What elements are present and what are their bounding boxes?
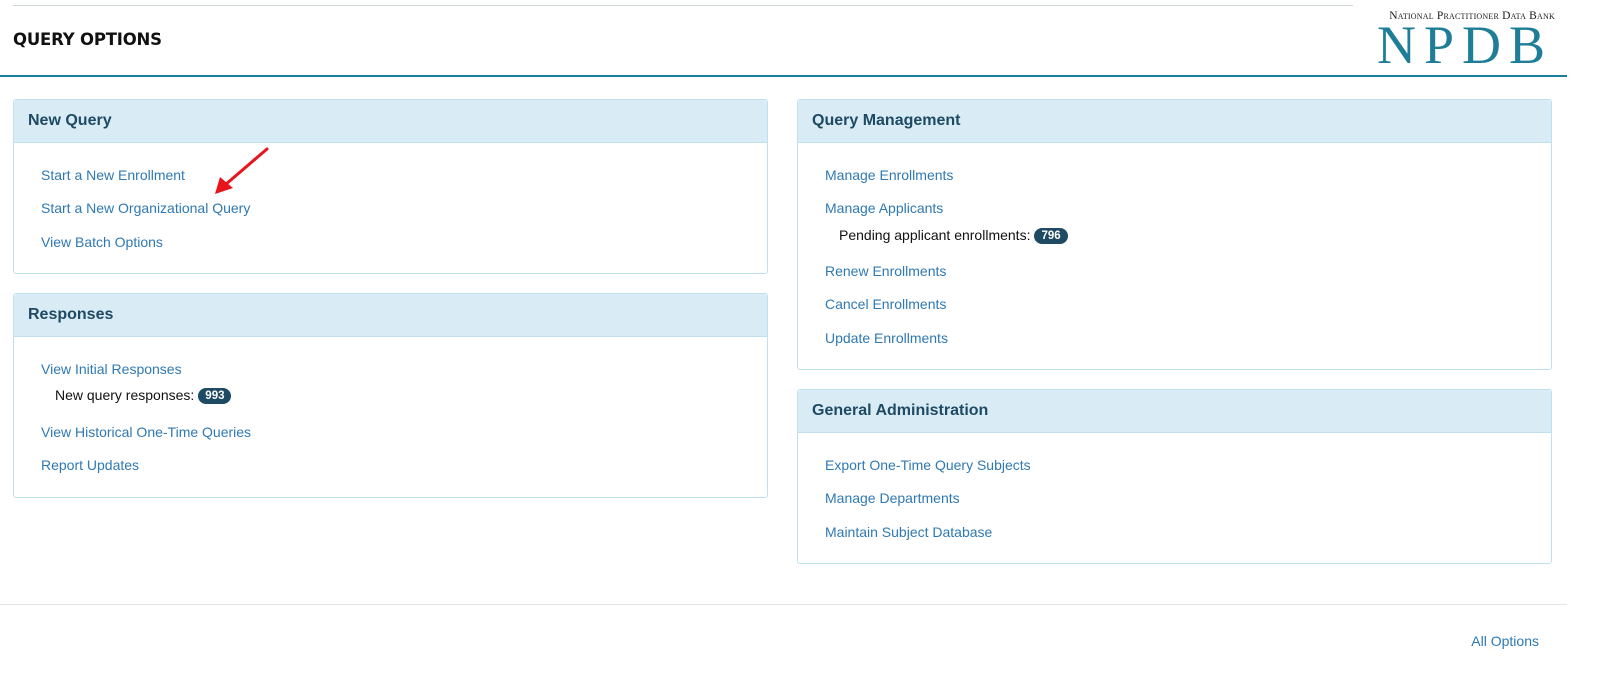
query-management-panel-title: Query Management bbox=[812, 112, 961, 129]
renew-enrollments-link[interactable]: Renew Enrollments bbox=[825, 263, 946, 279]
general-administration-panel: General Administration Export One-Time Q… bbox=[797, 389, 1552, 564]
export-one-time-query-subjects-link[interactable]: Export One-Time Query Subjects bbox=[825, 457, 1031, 473]
view-initial-responses-link[interactable]: View Initial Responses bbox=[41, 361, 182, 377]
all-options-link[interactable]: All Options bbox=[1471, 633, 1539, 649]
general-administration-panel-title: General Administration bbox=[812, 402, 989, 419]
page-header: QUERY OPTIONS National Practitioner Data… bbox=[0, 0, 1567, 77]
new-query-panel-title: New Query bbox=[28, 112, 112, 129]
new-query-panel-header: New Query bbox=[14, 100, 767, 143]
manage-applicants-link[interactable]: Manage Applicants bbox=[825, 200, 943, 216]
new-query-responses-label: New query responses: bbox=[55, 387, 195, 403]
responses-panel: Responses View Initial Responses New que… bbox=[13, 293, 768, 498]
new-query-responses-badge: 993 bbox=[198, 388, 232, 404]
update-enrollments-link[interactable]: Update Enrollments bbox=[825, 330, 948, 346]
pending-applicant-enrollments-note: Pending applicant enrollments: 796 bbox=[839, 227, 1068, 244]
query-management-panel-header: Query Management bbox=[798, 100, 1551, 143]
footer-divider bbox=[0, 604, 1567, 605]
view-batch-options-link[interactable]: View Batch Options bbox=[41, 234, 163, 250]
start-new-enrollment-link[interactable]: Start a New Enrollment bbox=[41, 167, 185, 183]
red-arrow-icon bbox=[215, 147, 269, 194]
new-query-responses-note: New query responses: 993 bbox=[55, 387, 232, 404]
page-title: QUERY OPTIONS bbox=[13, 30, 162, 49]
manage-enrollments-link[interactable]: Manage Enrollments bbox=[825, 167, 953, 183]
header-top-rule bbox=[13, 5, 1353, 6]
pending-applicant-enrollments-badge: 796 bbox=[1034, 228, 1068, 244]
view-historical-one-time-queries-link[interactable]: View Historical One-Time Queries bbox=[41, 424, 251, 440]
pending-applicant-enrollments-label: Pending applicant enrollments: bbox=[839, 227, 1031, 243]
manage-departments-link[interactable]: Manage Departments bbox=[825, 490, 960, 506]
report-updates-link[interactable]: Report Updates bbox=[41, 457, 139, 473]
maintain-subject-database-link[interactable]: Maintain Subject Database bbox=[825, 524, 992, 540]
responses-panel-title: Responses bbox=[28, 306, 114, 323]
responses-panel-header: Responses bbox=[14, 294, 767, 337]
query-management-panel: Query Management Manage Enrollments Mana… bbox=[797, 99, 1552, 370]
new-query-panel: New Query Start a New Enrollment Start a… bbox=[13, 99, 768, 274]
npdb-logo: National Practitioner Data Bank NPDB bbox=[1370, 8, 1555, 75]
cancel-enrollments-link[interactable]: Cancel Enrollments bbox=[825, 296, 946, 312]
logo-wordmark: NPDB bbox=[1376, 15, 1553, 75]
general-administration-panel-header: General Administration bbox=[798, 390, 1551, 433]
